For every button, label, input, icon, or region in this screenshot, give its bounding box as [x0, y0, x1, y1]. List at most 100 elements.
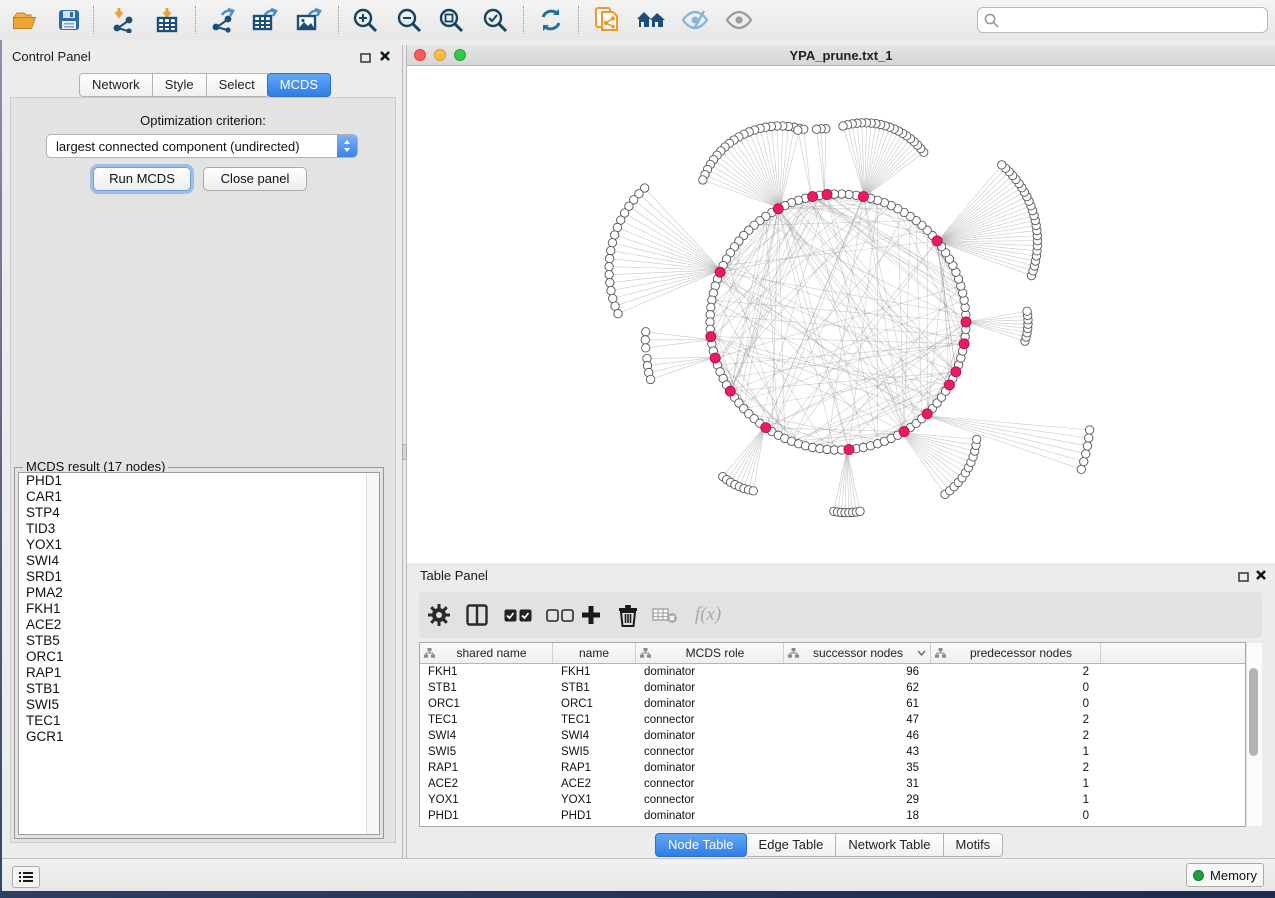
cell-role: dominator [636, 664, 784, 680]
table-row[interactable]: ORC1ORC1dominator610 [420, 696, 1245, 712]
cell-successors: 47 [784, 712, 931, 728]
mcds-result-item[interactable]: PMA2 [19, 585, 379, 601]
tab-network-table[interactable]: Network Table [836, 833, 943, 857]
tab-select[interactable]: Select [207, 73, 268, 97]
table-row[interactable]: YOX1YOX1connector291 [420, 792, 1245, 808]
mcds-result-item[interactable]: STB5 [19, 633, 379, 649]
mcds-result-item[interactable]: SRD1 [19, 569, 379, 585]
hide-selected-button[interactable] [676, 4, 714, 36]
close-table-panel-icon[interactable] [1255, 569, 1267, 584]
cell-shared_name: PHD1 [420, 808, 553, 824]
zoom-fit-button[interactable] [432, 4, 470, 36]
table-row[interactable]: RAP1RAP1dominator352 [420, 760, 1245, 776]
criterion-dropdown[interactable]: largest connected component (undirected) [46, 134, 358, 158]
export-image-button[interactable] [290, 4, 328, 36]
open-file-button[interactable] [6, 4, 44, 36]
cell-shared_name: SWI4 [420, 728, 553, 744]
table-row[interactable]: TEC1TEC1connector472 [420, 712, 1245, 728]
cell-successors: 61 [784, 696, 931, 712]
table-row[interactable]: STB1STB1dominator620 [420, 680, 1245, 696]
mcds-result-item[interactable]: ORC1 [19, 649, 379, 665]
mcds-result-item[interactable]: ACE2 [19, 617, 379, 633]
show-all-button[interactable] [720, 4, 758, 36]
cell-successors: 29 [784, 792, 931, 808]
cell-filler [1101, 808, 1245, 824]
table-scrollbar-thumb[interactable] [1249, 668, 1258, 756]
deselect-all-button[interactable] [540, 601, 580, 629]
mcds-result-item[interactable]: TID3 [19, 521, 379, 537]
tab-network[interactable]: Network [79, 73, 153, 97]
table-row[interactable]: ACE2ACE2connector311 [420, 776, 1245, 792]
header-predecessor-nodes[interactable]: predecessor nodes [931, 643, 1101, 663]
mcds-result-item[interactable]: STB1 [19, 681, 379, 697]
table-row[interactable]: SWI4SWI4dominator462 [420, 728, 1245, 744]
zoom-out-button[interactable] [390, 4, 428, 36]
delete-column-button[interactable] [613, 601, 643, 629]
mcds-result-item[interactable]: FKH1 [19, 601, 379, 617]
mcds-result-item[interactable]: CAR1 [19, 489, 379, 505]
header-successor-nodes[interactable]: successor nodes [784, 643, 931, 663]
list-scrollbar[interactable] [366, 473, 379, 834]
status-menu-button[interactable] [12, 866, 40, 888]
mcds-result-item[interactable]: SWI5 [19, 697, 379, 713]
tab-edge-table[interactable]: Edge Table [747, 833, 837, 857]
table-row[interactable]: PHD1PHD1dominator180 [420, 808, 1245, 824]
dominator-node [922, 409, 932, 419]
dominator-node [932, 236, 942, 246]
dominator-node [961, 317, 971, 327]
toolbar-separator [195, 6, 196, 34]
duplicate-network-button[interactable] [588, 4, 626, 36]
import-network-button[interactable] [104, 4, 142, 36]
table-row[interactable]: SWI5SWI5connector431 [420, 744, 1245, 760]
run-mcds-button[interactable]: Run MCDS [93, 167, 191, 191]
refresh-button[interactable] [532, 4, 570, 36]
mcds-result-item[interactable]: TEC1 [19, 713, 379, 729]
cell-filler [1101, 792, 1245, 808]
table-row[interactable]: FKH1FKH1dominator962 [420, 664, 1245, 680]
refresh-icon [538, 7, 564, 33]
close-panel-icon[interactable] [379, 50, 391, 65]
select-all-button[interactable] [498, 601, 538, 629]
save-session-button[interactable] [50, 4, 88, 36]
zoom-selected-button[interactable] [476, 4, 514, 36]
header-name[interactable]: name [553, 643, 636, 663]
network-canvas[interactable] [407, 66, 1275, 563]
column-settings-button[interactable] [424, 601, 454, 629]
float-table-panel-icon[interactable] [1238, 570, 1249, 585]
node-table: shared name name MCDS role successor nod… [419, 642, 1246, 827]
tab-mcds[interactable]: MCDS [267, 73, 331, 97]
search-box[interactable] [977, 7, 1268, 33]
function-builder-button-disabled: f(x) [686, 601, 730, 629]
split-columns-icon [466, 604, 488, 626]
header-shared-name[interactable]: shared name [420, 643, 553, 663]
import-network-icon [110, 7, 136, 33]
header-filler [1101, 643, 1245, 663]
mcds-result-item[interactable]: SWI4 [19, 553, 379, 569]
cell-predecessors: 2 [931, 712, 1101, 728]
export-table-button[interactable] [246, 4, 284, 36]
add-column-button[interactable] [576, 601, 606, 629]
mcds-result-list[interactable]: PHD1CAR1STP4TID3YOX1SWI4SRD1PMA2FKH1ACE2… [18, 472, 380, 835]
search-input[interactable] [1003, 12, 1267, 29]
split-view-button[interactable] [462, 601, 492, 629]
header-mcds-role[interactable]: MCDS role [636, 643, 784, 663]
first-neighbors-button[interactable] [632, 4, 670, 36]
memory-button[interactable]: Memory [1186, 863, 1264, 887]
float-panel-icon[interactable] [360, 51, 371, 66]
export-network-button[interactable] [204, 4, 242, 36]
cell-name: YOX1 [553, 792, 636, 808]
import-table-button[interactable] [148, 4, 186, 36]
memory-label: Memory [1210, 868, 1257, 883]
tab-style[interactable]: Style [153, 73, 207, 97]
mcds-result-item[interactable]: STP4 [19, 505, 379, 521]
mcds-result-item[interactable]: PHD1 [19, 473, 379, 489]
mcds-result-item[interactable]: RAP1 [19, 665, 379, 681]
dominator-node [773, 204, 783, 214]
close-panel-button[interactable]: Close panel [203, 167, 307, 191]
zoom-in-button[interactable] [346, 4, 384, 36]
tab-node-table[interactable]: Node Table [655, 833, 747, 857]
mcds-result-item[interactable]: GCR1 [19, 729, 379, 745]
mcds-result-item[interactable]: YOX1 [19, 537, 379, 553]
cell-predecessors: 1 [931, 776, 1101, 792]
tab-motifs[interactable]: Motifs [944, 833, 1004, 857]
